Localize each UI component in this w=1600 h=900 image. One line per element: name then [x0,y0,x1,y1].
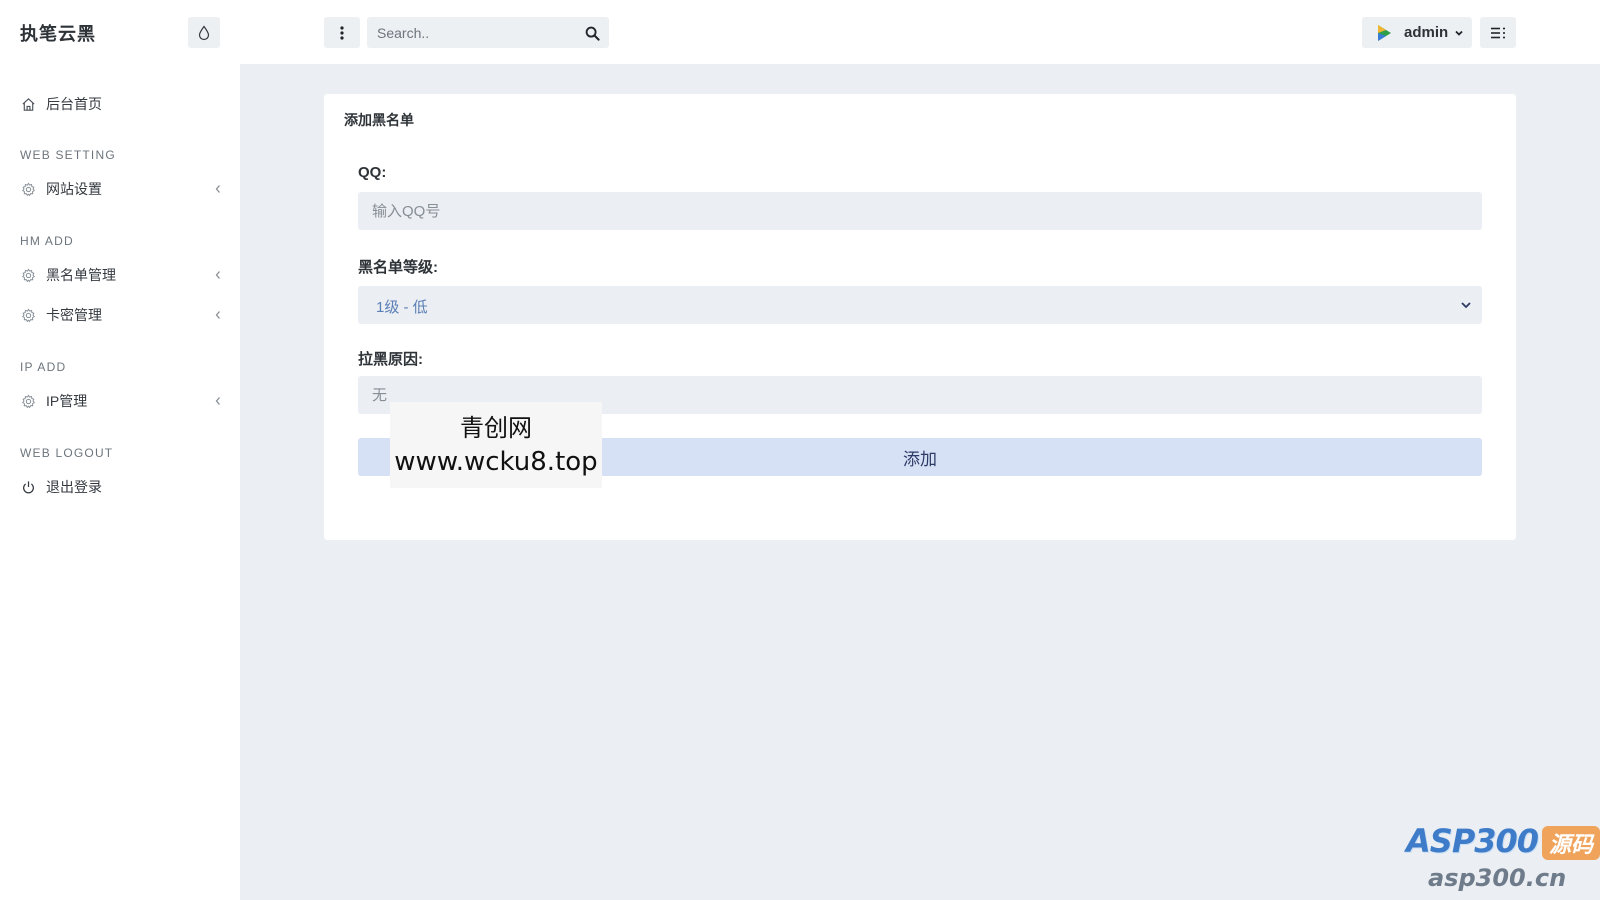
watermark-title: 青创网 [460,414,532,442]
logo-brand: ASP300 [1406,822,1539,860]
avatar-logo-icon [1378,24,1391,41]
more-options-button[interactable] [324,17,360,48]
gear-icon [20,181,36,197]
chevron-down-icon [1460,299,1472,311]
sidebar-item-blacklist-management[interactable]: 黑名单管理 [0,260,240,290]
qq-input[interactable] [358,192,1482,230]
search-icon [585,26,600,41]
sidebar-item-label: IP管理 [46,393,88,409]
user-menu-button[interactable]: admin [1362,17,1472,48]
chevron-left-icon [212,269,224,281]
chevron-down-icon [1455,30,1463,36]
chevron-left-icon [212,183,224,195]
avatar [1374,23,1394,43]
user-name: admin [1404,24,1449,41]
watermark-overlay: 青创网 www.wcku8.top [390,402,602,488]
sidebar-item-site-settings[interactable]: 网站设置 [0,174,240,204]
reason-label: 拉黑原因: [358,351,423,368]
section-heading-web-logout: WEB LOGOUT [20,446,114,460]
qq-label: QQ: [358,164,387,181]
sidebar-item-ip-management[interactable]: IP管理 [0,386,240,416]
section-heading-web-setting: WEB SETTING [20,148,116,162]
sidebar: 后台首页 WEB SETTING 网站设置 HM ADD 黑名单管理 卡密管理 … [0,64,240,900]
sidebar-item-label: 后台首页 [46,96,102,112]
brand-title[interactable]: 执笔云黑 [20,20,96,46]
section-heading-ip-add: IP ADD [20,360,67,374]
chevron-left-icon [212,309,224,321]
search-bar [367,17,609,48]
power-icon [20,479,36,495]
gear-icon [20,267,36,283]
gear-icon [20,307,36,323]
sidebar-item-logout[interactable]: 退出登录 [0,472,240,502]
home-icon [20,96,36,112]
sidebar-item-label: 黑名单管理 [46,267,116,283]
top-header: 执笔云黑 admin [0,0,1600,64]
sidebar-item-label: 卡密管理 [46,307,102,323]
logo-badge: 源码 [1542,826,1600,860]
search-button[interactable] [583,24,601,42]
menu-toggle-button[interactable] [1480,17,1516,48]
sidebar-item-label: 退出登录 [46,479,102,495]
watermark-url: www.wcku8.top [394,447,598,477]
blacklist-level-label: 黑名单等级: [358,259,438,276]
search-input[interactable] [367,17,567,48]
logo-domain: asp300.cn [1428,864,1567,892]
chevron-left-icon [212,395,224,407]
sidebar-item-home[interactable]: 后台首页 [0,89,240,119]
select-value: 1级 - 低 [376,299,428,316]
menu-lines-icon [1491,27,1505,38]
sidebar-item-card-key-management[interactable]: 卡密管理 [0,300,240,330]
card-title: 添加黑名单 [344,112,414,128]
blacklist-level-select[interactable]: 1级 - 低 [358,286,1482,324]
drop-icon [198,24,210,40]
theme-toggle-button[interactable] [188,17,220,48]
sidebar-item-label: 网站设置 [46,181,102,197]
asp300-logo: ASP300 源码 asp300.cn [1404,822,1600,900]
gear-icon [20,393,36,409]
kebab-icon [340,25,344,40]
section-heading-hm-add: HM ADD [20,234,74,248]
